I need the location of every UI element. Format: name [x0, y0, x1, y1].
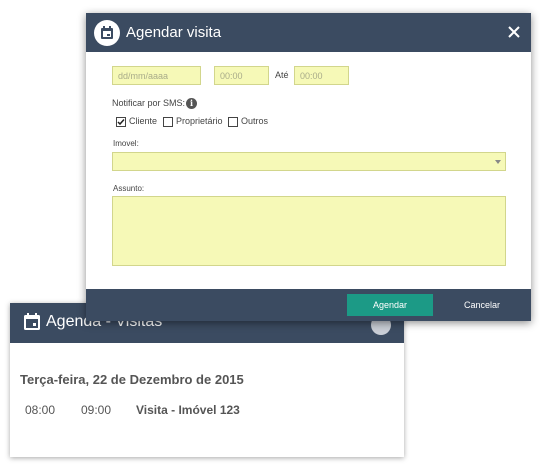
event-title: Visita - Imóvel 123: [136, 403, 240, 417]
imovel-label: Imovel:: [113, 139, 139, 148]
imovel-select[interactable]: [112, 152, 506, 171]
agenda-event-row[interactable]: 08:00 09:00 Visita - Imóvel 123: [10, 403, 404, 419]
agendar-button[interactable]: Agendar: [347, 294, 433, 316]
checkbox-cliente[interactable]: Cliente: [116, 116, 161, 128]
event-end-time: 09:00: [81, 403, 112, 417]
agenda-card: Agenda - Visitas Terça-feira, 22 de Deze…: [10, 303, 404, 457]
end-time-input[interactable]: [294, 66, 349, 85]
assunto-label: Assunto:: [113, 184, 145, 193]
calendar-icon: [101, 26, 113, 39]
checkbox-label: Cliente: [129, 116, 158, 126]
sms-notify-label: Notificar por SMS:: [112, 98, 186, 108]
agenda-date: Terça-feira, 22 de Dezembro de 2015: [20, 372, 244, 387]
modal-header-icon: [94, 20, 120, 46]
checkbox-box[interactable]: [116, 117, 126, 127]
info-icon[interactable]: i: [186, 98, 197, 109]
date-input[interactable]: [112, 66, 201, 85]
checkbox-label: Proprietário: [176, 116, 223, 126]
close-icon[interactable]: [506, 24, 522, 40]
cancelar-button[interactable]: Cancelar: [448, 294, 516, 316]
checkbox-outros[interactable]: Outros: [228, 116, 268, 128]
checkbox-box[interactable]: [228, 117, 238, 127]
start-time-input[interactable]: [214, 66, 269, 85]
schedule-visit-modal: Agendar visita Até Notificar por SMS: i …: [86, 13, 531, 321]
chevron-down-icon: [495, 160, 501, 164]
modal-title: Agendar visita: [126, 24, 222, 41]
checkmark-icon: [117, 119, 125, 126]
modal-header: Agendar visita: [86, 13, 531, 52]
checkbox-label: Outros: [241, 116, 269, 126]
event-start-time: 08:00: [25, 403, 56, 417]
calendar-icon: [24, 313, 40, 330]
checkbox-proprietario[interactable]: Proprietário: [163, 116, 223, 128]
stage: Agenda - Visitas Terça-feira, 22 de Deze…: [0, 0, 540, 468]
assunto-textarea[interactable]: [112, 196, 506, 266]
until-label: Até: [275, 70, 289, 80]
checkbox-box[interactable]: [163, 117, 173, 127]
modal-footer: Agendar Cancelar: [86, 289, 531, 321]
